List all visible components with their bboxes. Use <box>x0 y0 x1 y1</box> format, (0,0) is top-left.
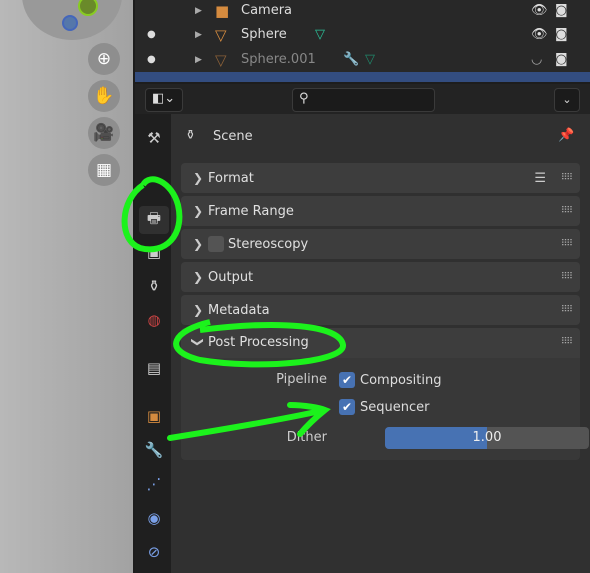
pipeline-label: Pipeline <box>276 372 327 387</box>
chevron-down-icon: ❯ <box>191 336 206 348</box>
drag-grip-icon[interactable]: ⠿⠿ <box>561 305 573 315</box>
search-input[interactable]: ⚲ <box>292 88 435 112</box>
grid-ortho-icon[interactable]: ▦ <box>88 154 120 186</box>
chevron-right-icon: ❯ <box>193 303 204 317</box>
expand-icon[interactable]: ▶ <box>195 6 202 16</box>
object-tab-icon[interactable]: ▣ <box>139 402 169 430</box>
render-output-tab-icon[interactable]: 🖶 <box>139 206 169 234</box>
chevron-right-icon: ❯ <box>193 270 204 284</box>
particles-tab-icon[interactable]: ⋰ <box>139 470 169 498</box>
editor-type-button[interactable]: ◧⌄ <box>145 88 183 112</box>
selected-row[interactable] <box>135 72 590 82</box>
zoom-icon[interactable]: ⊕ <box>88 43 120 75</box>
navigation-gizmo[interactable] <box>22 0 122 40</box>
physics-tab-icon[interactable]: ◉ <box>139 504 169 532</box>
checkmark-icon: ✔ <box>339 399 355 415</box>
properties-tabs: ⚒ 🖶 ▣ ⚱ ◍ ▤ ▣ 🔧 ⋰ ◉ ⊘ <box>135 114 171 573</box>
view-layer-tab-icon[interactable]: ▣ <box>139 238 169 266</box>
drag-grip-icon[interactable]: ⠿⠿ <box>561 337 573 347</box>
mesh-data-icon: ▽ <box>315 27 325 42</box>
panel-metadata[interactable]: ❯ Metadata ⠿⠿ <box>181 295 580 325</box>
compositing-checkbox[interactable]: ✔ Compositing <box>339 372 442 388</box>
dither-value: 1.00 <box>472 430 502 445</box>
mesh-icon: ▽ <box>215 25 227 44</box>
dither-label: Dither <box>286 430 327 445</box>
chevron-right-icon: ❯ <box>193 204 204 218</box>
render-camera-icon[interactable]: ◙ <box>555 52 568 67</box>
hand-pan-icon[interactable]: ✋ <box>88 80 120 112</box>
outliner-row[interactable]: ▶ ■ Camera 👁 ◙ <box>135 0 590 23</box>
render-camera-icon[interactable]: ◙ <box>555 27 568 42</box>
dither-slider[interactable]: 1.00 <box>385 427 589 449</box>
options-dropdown[interactable]: ⌄ <box>554 88 580 112</box>
properties-header: ◧⌄ ⚲ ⌄ <box>135 84 590 114</box>
tool-tab-icon[interactable]: ⚒ <box>139 124 169 152</box>
checkmark-icon: ✔ <box>339 372 355 388</box>
camera-view-icon[interactable]: 🎥 <box>88 117 120 149</box>
scene-icon: ⚱ <box>185 128 196 143</box>
outliner-row[interactable]: ● ▶ ▽ Sphere.001 🔧 ▽ ◡ ◙ <box>135 47 590 72</box>
panel-frame-range[interactable]: ❯ Frame Range ⠿⠿ <box>181 196 580 226</box>
3d-viewport[interactable]: ⊕ ✋ 🎥 ▦ <box>0 0 133 573</box>
post-processing-header[interactable]: ❯ Post Processing ⠿⠿ <box>181 328 580 358</box>
panel-output[interactable]: ❯ Output ⠿⠿ <box>181 262 580 292</box>
wrench-icon: 🔧 <box>343 52 360 67</box>
eye-icon[interactable]: 👁 <box>531 3 548 18</box>
presets-icon[interactable]: ☰ <box>534 171 546 186</box>
drag-grip-icon[interactable]: ⠿⠿ <box>561 239 573 249</box>
constraints-tab-icon[interactable]: ⊘ <box>139 538 169 566</box>
pin-icon[interactable]: 📌 <box>558 128 574 143</box>
search-icon: ⚲ <box>299 91 309 106</box>
chevron-right-icon: ❯ <box>193 171 204 185</box>
mesh-data-icon: ▽ <box>365 52 375 67</box>
expand-icon[interactable]: ▶ <box>195 55 202 65</box>
scene-tab-icon[interactable]: ⚱ <box>139 272 169 300</box>
collection-tab-icon[interactable]: ▤ <box>139 354 169 382</box>
outliner-row[interactable]: ● ▶ ▽ Sphere ▽ 👁 ◙ <box>135 22 590 47</box>
panel-format[interactable]: ❯ Format ☰ ⠿⠿ <box>181 163 580 193</box>
properties-editor: ◧⌄ ⚲ ⌄ ⚒ 🖶 ▣ ⚱ ◍ ▤ ▣ 🔧 ⋰ ◉ ⊘ ⚱ Scene 📌 ❯… <box>135 84 590 573</box>
context-title: Scene <box>213 129 253 144</box>
world-tab-icon[interactable]: ◍ <box>139 306 169 334</box>
render-camera-icon[interactable]: ◙ <box>555 3 568 18</box>
sequencer-checkbox[interactable]: ✔ Sequencer <box>339 399 429 415</box>
drag-grip-icon[interactable]: ⠿⠿ <box>561 173 573 183</box>
eye-icon[interactable]: 👁 <box>531 27 548 42</box>
drag-grip-icon[interactable]: ⠿⠿ <box>561 206 573 216</box>
eye-closed-icon[interactable]: ◡ <box>531 52 542 67</box>
mesh-icon: ▽ <box>215 50 227 69</box>
panel-post-processing: ❯ Post Processing ⠿⠿ Pipeline ✔ Composit… <box>181 328 589 460</box>
drag-grip-icon[interactable]: ⠿⠿ <box>561 272 573 282</box>
camera-icon: ■ <box>215 1 230 20</box>
panel-stereoscopy[interactable]: ❯ Stereoscopy ⠿⠿ <box>181 229 580 259</box>
outliner: ▶ ■ Camera 👁 ◙ ● ▶ ▽ Sphere ▽ 👁 ◙ ● ▶ ▽ … <box>135 0 590 82</box>
chevron-right-icon: ❯ <box>193 237 204 251</box>
stereoscopy-checkbox[interactable] <box>208 236 224 252</box>
expand-icon[interactable]: ▶ <box>195 30 202 40</box>
modifier-wrench-tab-icon[interactable]: 🔧 <box>139 436 169 464</box>
